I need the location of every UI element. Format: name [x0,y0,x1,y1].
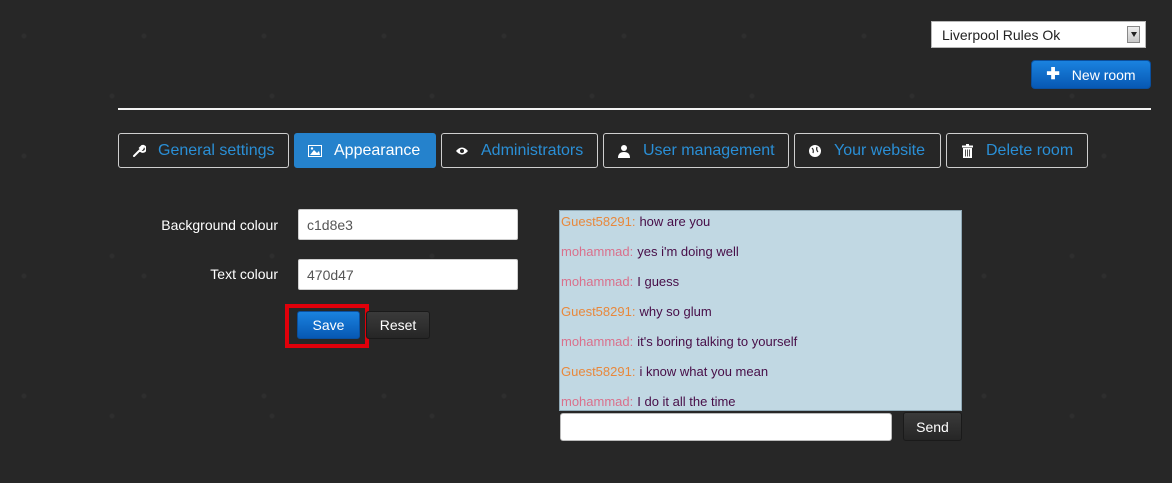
room-select[interactable]: Liverpool Rules Ok [931,21,1146,48]
tab-label: Administrators [481,141,584,159]
new-room-label: New room [1071,66,1136,83]
save-button[interactable]: Save [297,311,360,339]
chevron-down-icon[interactable] [1127,26,1140,43]
tab-label: Your website [834,141,926,159]
text-colour-label: Text colour [210,266,278,282]
chat-message: mohammad: I guess [560,271,961,301]
trash-icon [960,143,974,158]
chat-username: Guest58291: [561,364,636,379]
tab-delete-room[interactable]: Delete room [946,133,1088,168]
tab-label: Appearance [334,141,421,159]
chat-text: i know what you mean [639,364,769,379]
chat-text: it's boring talking to yourself [637,334,798,349]
tab-label: User management [643,141,775,159]
chat-username: Guest58291: [561,304,636,319]
send-button[interactable]: Send [903,412,962,441]
chat-message: mohammad: it's boring talking to yourself [560,331,961,361]
chat-username: Guest58291: [561,214,636,229]
text-colour-input[interactable] [298,259,518,290]
chat-preview: Guest58291: how are you mohammad: yes i'm … [559,210,962,411]
chat-text: I do it all the time [637,394,736,409]
room-select-value: Liverpool Rules Ok [942,26,1061,43]
chat-username: mohammad: [561,334,634,349]
chat-message: mohammad: yes i'm doing well [560,241,961,271]
tab-user-management[interactable]: User management [603,133,789,168]
tab-appearance[interactable]: Appearance [294,133,436,168]
chat-text: I guess [637,274,680,289]
user-icon [617,144,631,158]
chat-username: mohammad: [561,274,634,289]
reset-button[interactable]: Reset [366,311,430,339]
tab-administrators[interactable]: Administrators [441,133,598,168]
plus-icon: ✚ [1046,65,1060,83]
wrench-icon [132,144,146,158]
chat-username: mohammad: [561,244,634,259]
chat-text: yes i'm doing well [637,244,739,259]
chat-message: Guest58291: why so glum [560,301,961,331]
tab-label: General settings [158,141,275,159]
chat-message: Guest58291: how are you [560,211,961,241]
eye-icon [455,144,469,158]
background-colour-input[interactable] [298,209,518,240]
new-room-button[interactable]: ✚ New room [1031,60,1151,89]
background-colour-label: Background colour [161,217,278,233]
chat-message: mohammad: I do it all the time [560,391,961,410]
tab-label: Delete room [986,141,1074,159]
globe-icon [808,144,822,158]
chat-username: mohammad: [561,394,634,409]
chat-message-input[interactable] [560,413,892,441]
chat-text: why so glum [639,304,712,319]
chat-message: Guest58291: i know what you mean [560,361,961,391]
picture-icon [308,144,322,158]
divider [118,108,1151,110]
chat-text: how are you [639,214,711,229]
tab-your-website[interactable]: Your website [794,133,941,168]
tab-general-settings[interactable]: General settings [118,133,289,168]
